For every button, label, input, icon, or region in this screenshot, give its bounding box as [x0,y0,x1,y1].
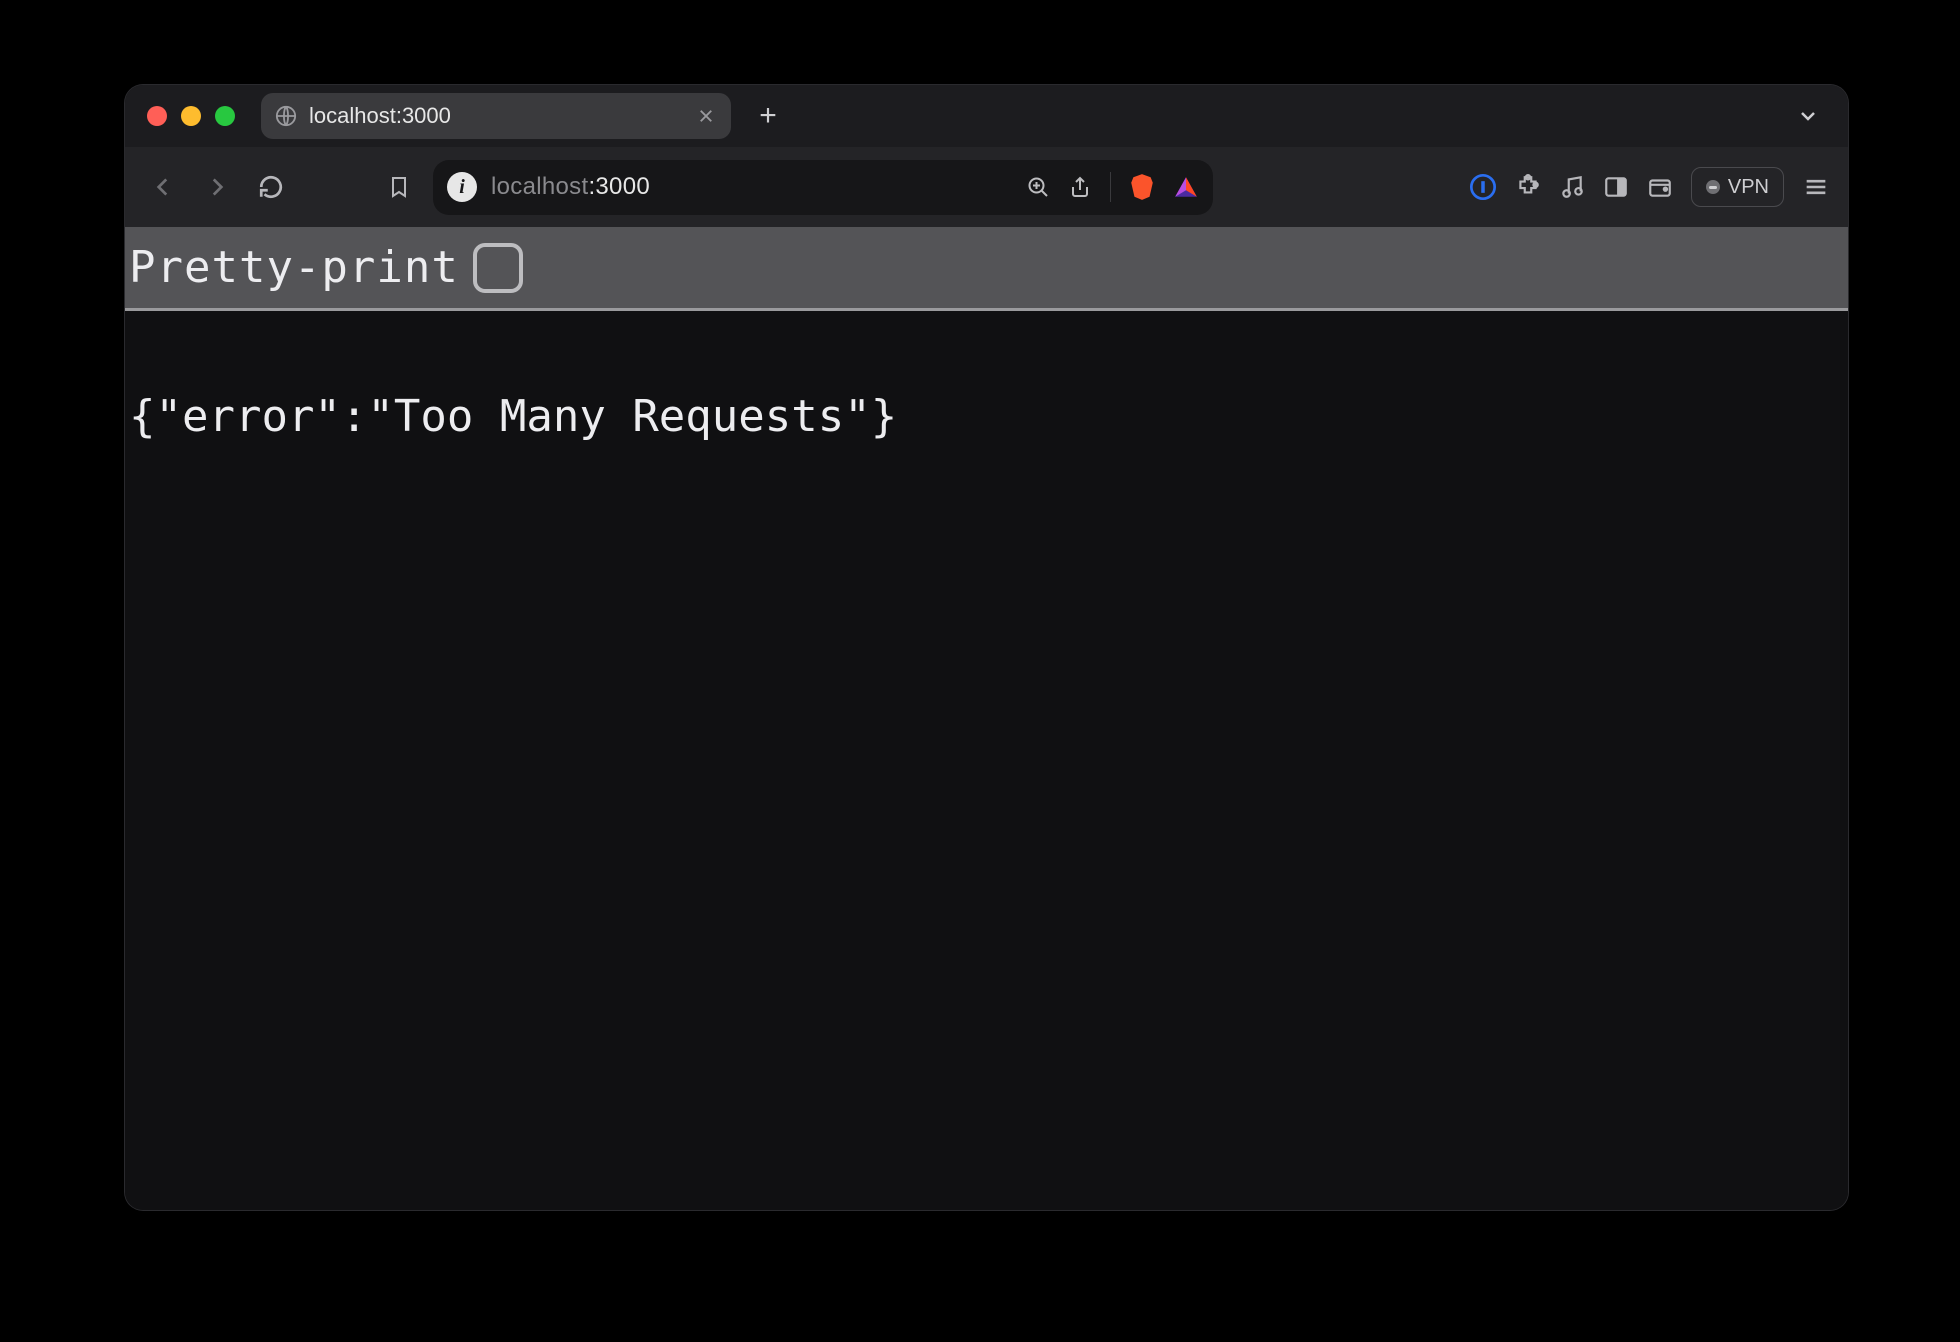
browser-window: localhost:3000 + i localhost:3000 [125,85,1848,1210]
close-window-button[interactable] [147,106,167,126]
wallet-icon[interactable] [1647,174,1673,200]
page-content: {"error":"Too Many Requests"} [125,311,1848,1210]
brave-shields-icon[interactable] [1129,173,1155,201]
window-controls [147,106,235,126]
close-tab-icon[interactable] [697,107,715,125]
address-bar[interactable]: i localhost:3000 [433,160,1213,215]
response-body: {"error":"Too Many Requests"} [129,391,897,442]
address-icons [1026,172,1199,202]
bookmark-button[interactable] [379,167,419,207]
share-icon[interactable] [1068,175,1092,199]
toolbar: i localhost:3000 [125,147,1848,227]
onepassword-icon[interactable] [1469,173,1497,201]
fullscreen-window-button[interactable] [215,106,235,126]
back-button[interactable] [143,167,183,207]
sidebar-icon[interactable] [1603,174,1629,200]
address-host: localhost [491,173,588,200]
brave-rewards-icon[interactable] [1173,174,1199,200]
minimize-window-button[interactable] [181,106,201,126]
window-inner: localhost:3000 + i localhost:3000 [125,85,1848,1210]
pretty-print-checkbox[interactable] [473,243,523,293]
music-icon[interactable] [1559,174,1585,200]
vpn-button[interactable]: VPN [1691,167,1784,207]
reload-button[interactable] [251,167,291,207]
extensions-icon[interactable] [1515,174,1541,200]
address-port: :3000 [588,173,650,200]
vpn-label: VPN [1728,176,1769,199]
pretty-print-label: Pretty-print [129,242,459,293]
addressbar-divider [1110,172,1111,202]
zoom-icon[interactable] [1026,175,1050,199]
menu-icon[interactable] [1802,173,1830,201]
address-url: localhost:3000 [491,173,650,201]
tab-active[interactable]: localhost:3000 [261,93,731,139]
globe-icon [275,105,297,127]
site-info-icon[interactable]: i [447,172,477,202]
new-tab-button[interactable]: + [751,101,785,131]
vpn-status-icon [1706,180,1720,194]
tab-strip: localhost:3000 + [125,85,1848,147]
tabs-dropdown-icon[interactable] [1796,104,1820,128]
forward-button[interactable] [197,167,237,207]
tab-title: localhost:3000 [309,103,685,129]
toolbar-right: VPN [1469,167,1830,207]
pretty-print-bar: Pretty-print [125,227,1848,311]
